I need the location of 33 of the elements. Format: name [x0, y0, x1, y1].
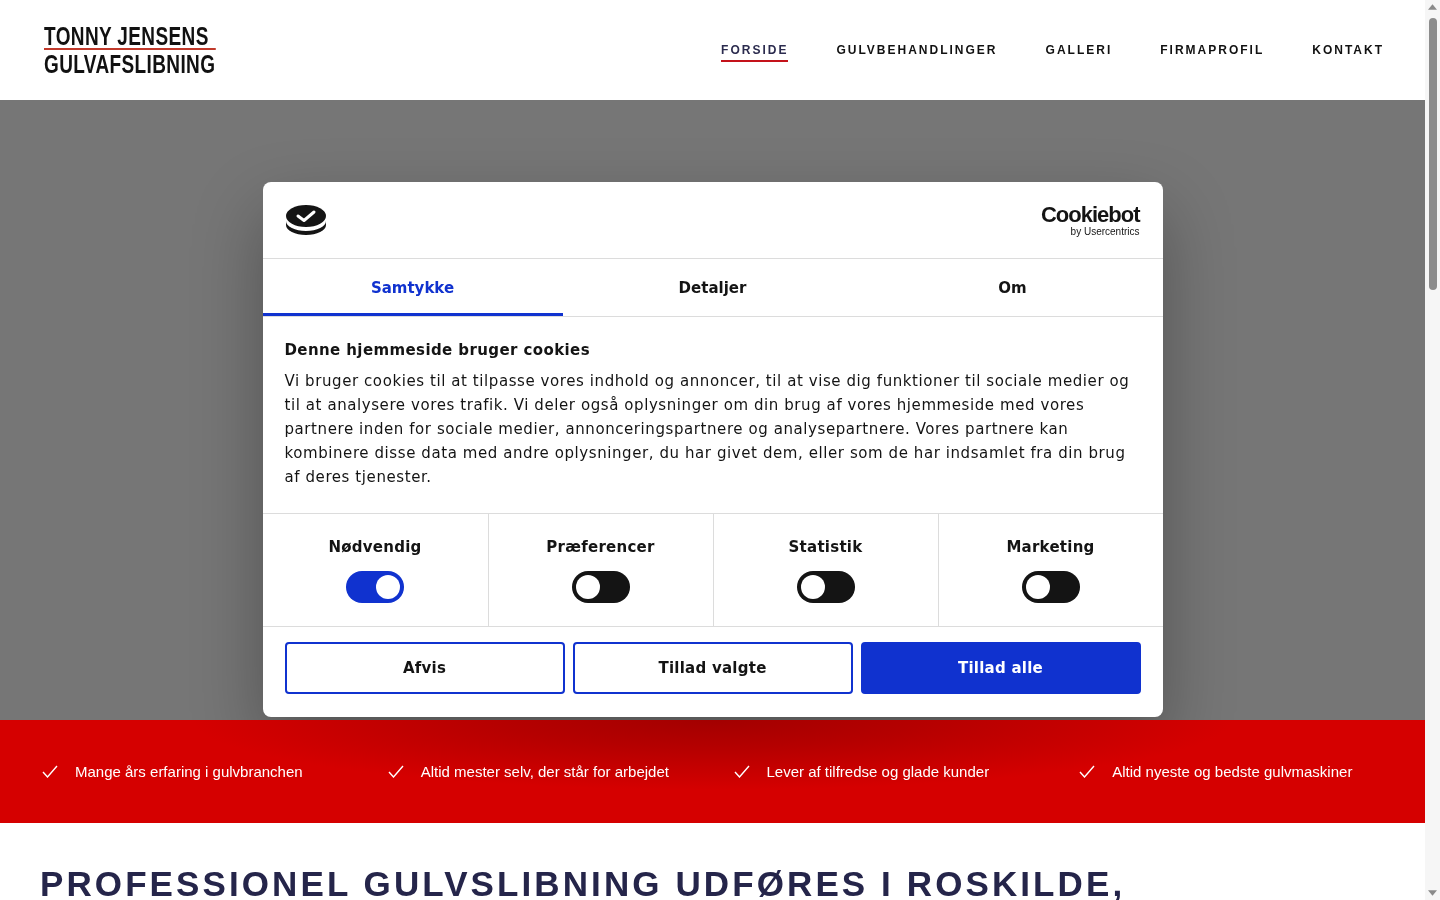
- site-logo[interactable]: TONNY JENSENS GULVAFSLIBNING: [44, 25, 216, 75]
- feature-text: Altid mester selv, der står for arbejdet: [420, 763, 669, 780]
- brand-logo: Cookiebot by Usercentrics: [1040, 203, 1140, 237]
- toggle-switch[interactable]: [796, 571, 855, 603]
- nav-link[interactable]: GULVBEHANDLINGER: [836, 38, 998, 62]
- dialog-title: Denne hjemmeside bruger cookies: [284, 340, 591, 360]
- feature-text: Altid nyeste og bedste gulvmaskiner: [1112, 763, 1353, 780]
- secondary-button[interactable]: Tillad valgte: [572, 642, 853, 694]
- checkmark-icon: [387, 765, 404, 778]
- checkmark-icon: [733, 765, 750, 778]
- category-label: Marketing: [1006, 537, 1095, 557]
- category-label: Præferencer: [546, 537, 655, 557]
- primary-button[interactable]: Tillad alle: [860, 642, 1141, 694]
- feature-text: Lever af tilfredse og glade kunder: [766, 763, 990, 780]
- category-label: Statistik: [788, 537, 863, 557]
- feature-text: Mange års erfaring i gulvbranchen: [75, 763, 303, 780]
- nav-link[interactable]: FORSIDE: [721, 38, 789, 62]
- nav-link[interactable]: KONTAKT: [1312, 38, 1384, 62]
- nav-link[interactable]: FIRMAPROFIL: [1160, 38, 1265, 62]
- dialog-text: Vi bruger cookies til at tilpasse vores indhold og annoncer, til at vise dig funktioner til sociale medier og til at analysere vores trafik. Vi deler også oplysninger om din brug af vores hjemmeside med vores partnere inden for sociale medier, annonceringspartnere og analysepartnere. Vores partnere kan kombinere disse data med andre oplysninger, du har givet dem, eller som de har indsamlet fra din brug af deres tjenester.: [284, 371, 1131, 488]
- nav-link[interactable]: GALLERI: [1045, 38, 1113, 62]
- secondary-button[interactable]: Afvis: [284, 642, 565, 694]
- toggle-switch[interactable]: [1021, 571, 1080, 603]
- scrollbar-thumb[interactable]: [1428, 18, 1437, 290]
- checkmark-icon: [42, 765, 58, 778]
- toggle-switch[interactable]: [571, 571, 630, 603]
- checkmark-icon: [1079, 765, 1096, 778]
- checkmark-disc-icon: [284, 204, 327, 236]
- toggle-switch[interactable]: [346, 571, 404, 603]
- scroll-down-icon[interactable]: [1428, 890, 1437, 896]
- scroll-up-icon[interactable]: [1428, 4, 1437, 10]
- category-label: Nødvendig: [328, 537, 422, 557]
- tab[interactable]: Samtykke: [262, 259, 563, 316]
